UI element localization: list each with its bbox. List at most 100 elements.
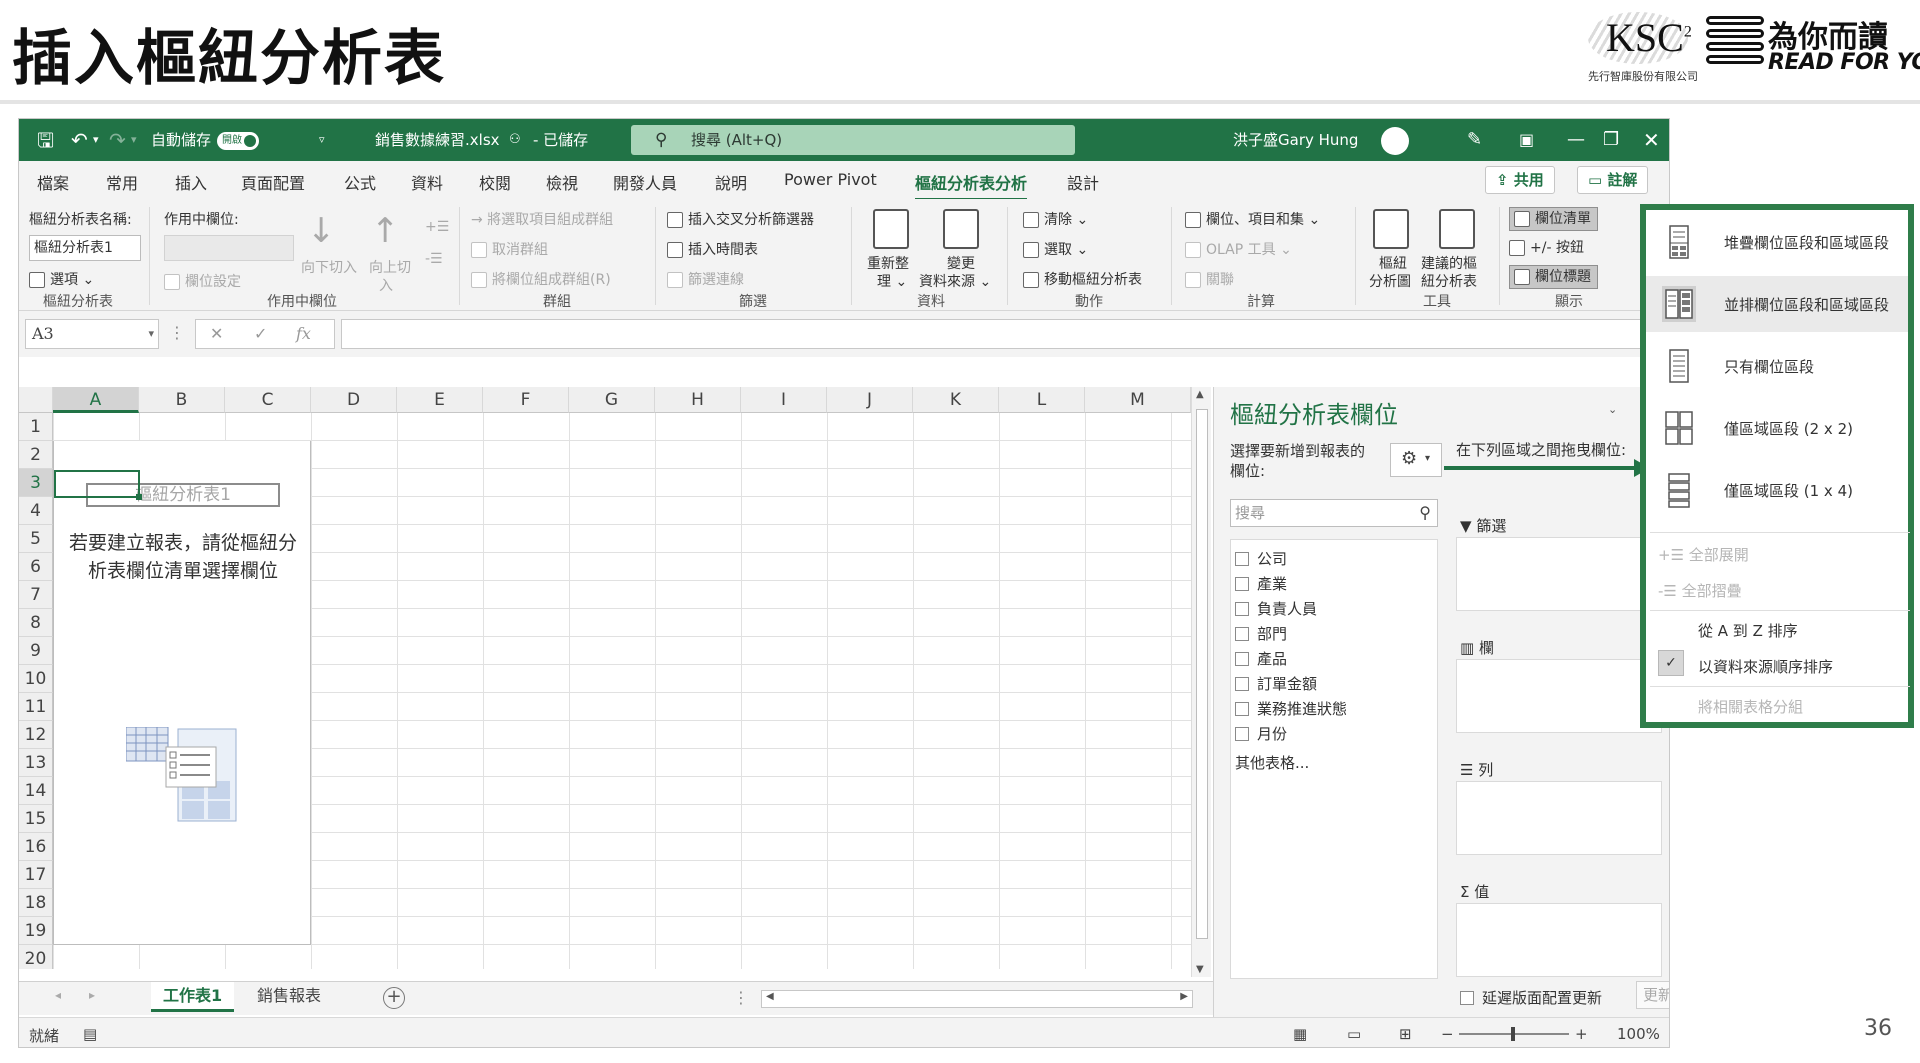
- add-sheet-icon[interactable]: +: [383, 987, 405, 1009]
- layout-fields-only-option[interactable]: 只有欄位區段: [1646, 338, 1908, 394]
- field-list-toggle[interactable]: 欄位清單: [1509, 207, 1598, 231]
- drill-down-button[interactable]: 向下切入: [301, 257, 357, 277]
- column-header[interactable]: L: [999, 387, 1085, 413]
- column-header[interactable]: B: [139, 387, 225, 413]
- group-field-button[interactable]: 將欄位組成群組(R): [471, 269, 611, 289]
- tab-formulas[interactable]: 公式: [344, 170, 376, 194]
- values-drop-area[interactable]: [1456, 903, 1662, 977]
- page-break-view-icon[interactable]: ⊞: [1399, 1025, 1412, 1043]
- formula-input[interactable]: [341, 319, 1669, 349]
- columns-drop-area[interactable]: [1456, 659, 1662, 733]
- layout-areas-2x2-option[interactable]: 僅區域區段 (2 x 2): [1646, 400, 1908, 456]
- row-header[interactable]: 15: [19, 805, 53, 833]
- zoom-level[interactable]: 100%: [1617, 1025, 1660, 1043]
- field-checkbox[interactable]: [1235, 602, 1249, 616]
- insert-function-icon[interactable]: fx: [296, 320, 311, 348]
- tab-design[interactable]: 設計: [1067, 170, 1099, 194]
- layout-areas-1x4-option[interactable]: 僅區域區段 (1 x 4): [1646, 462, 1908, 518]
- share-button[interactable]: ⇪ 共用: [1485, 166, 1555, 194]
- next-sheet-icon[interactable]: ▸: [89, 988, 95, 1002]
- row-header[interactable]: 1: [19, 413, 53, 441]
- tab-data[interactable]: 資料: [411, 170, 443, 194]
- tab-insert[interactable]: 插入: [175, 170, 207, 194]
- collapse-field-icon[interactable]: -☰: [425, 251, 443, 267]
- pivot-table-placeholder[interactable]: 樞紐分析表1 若要建立報表，請從樞紐分 析表欄位清單選擇欄位: [53, 441, 311, 945]
- minimize-icon[interactable]: —: [1567, 119, 1585, 161]
- buttons-toggle[interactable]: +/- 按鈕: [1509, 237, 1584, 257]
- group-related-tables-option[interactable]: 將相關表格分組: [1698, 696, 1803, 717]
- field-checkbox[interactable]: [1235, 552, 1249, 566]
- sort-a-to-z-option[interactable]: 從 A 到 Z 排序: [1698, 620, 1798, 641]
- insert-slicer-button[interactable]: 插入交叉分析篩選器: [667, 209, 814, 229]
- user-avatar[interactable]: [1373, 119, 1409, 161]
- tab-review[interactable]: 校閱: [479, 170, 511, 194]
- row-header[interactable]: 8: [19, 609, 53, 637]
- field-checkbox[interactable]: [1235, 577, 1249, 591]
- tab-pivottable-analyze[interactable]: 樞紐分析表分析: [915, 170, 1028, 201]
- row-header[interactable]: 9: [19, 637, 53, 665]
- field-item[interactable]: 負責人員: [1235, 598, 1317, 619]
- defer-update-checkbox[interactable]: [1460, 991, 1474, 1005]
- scroll-left-icon[interactable]: ◀: [766, 991, 774, 1002]
- page-layout-view-icon[interactable]: ▭: [1347, 1025, 1361, 1043]
- column-header[interactable]: G: [569, 387, 655, 413]
- field-search-input[interactable]: 搜尋 ⚲: [1230, 499, 1438, 527]
- pivot-chart-button[interactable]: 樞紐: [1379, 253, 1407, 273]
- normal-view-icon[interactable]: ▦: [1293, 1025, 1307, 1043]
- vertical-scrollbar[interactable]: ▲ ▼: [1191, 387, 1211, 977]
- update-button[interactable]: 更新: [1636, 981, 1669, 1009]
- column-header[interactable]: H: [655, 387, 741, 413]
- undo-icon[interactable]: ↶: [71, 119, 88, 161]
- row-header[interactable]: 2: [19, 441, 53, 469]
- tab-home[interactable]: 常用: [106, 170, 138, 194]
- zoom-slider[interactable]: [1459, 1027, 1569, 1041]
- pivot-name-input[interactable]: 樞紐分析表1: [29, 235, 141, 261]
- zoom-in-icon[interactable]: +: [1575, 1025, 1588, 1043]
- field-checkbox[interactable]: [1235, 727, 1249, 741]
- field-headers-toggle[interactable]: 欄位標題: [1509, 265, 1598, 289]
- options-button[interactable]: 選項 ⌄: [29, 269, 94, 289]
- olap-tools-button[interactable]: OLAP 工具 ⌄: [1185, 239, 1292, 259]
- move-pivot-button[interactable]: 移動樞紐分析表: [1023, 269, 1142, 289]
- designer-pen-icon[interactable]: ✎: [1467, 119, 1482, 161]
- row-header[interactable]: 5: [19, 525, 53, 553]
- horizontal-scrollbar[interactable]: ◀ ▶: [761, 990, 1193, 1008]
- search-box[interactable]: ⚲ 搜尋 (Alt+Q): [631, 125, 1075, 155]
- change-source-button[interactable]: 變更: [947, 253, 975, 273]
- row-header[interactable]: 12: [19, 721, 53, 749]
- redo-icon[interactable]: ↷: [109, 119, 126, 161]
- column-header[interactable]: A: [53, 387, 139, 413]
- customize-qat-icon[interactable]: ▿: [319, 119, 325, 161]
- scroll-down-icon[interactable]: ▼: [1196, 964, 1204, 975]
- tab-power-pivot[interactable]: Power Pivot: [784, 170, 877, 189]
- autosave-toggle[interactable]: 自動儲存 開啟: [151, 119, 260, 161]
- field-item[interactable]: 產業: [1235, 573, 1287, 594]
- row-header[interactable]: 14: [19, 777, 53, 805]
- row-header[interactable]: 3: [19, 469, 53, 497]
- field-item[interactable]: 公司: [1235, 548, 1287, 569]
- layout-stacked-option[interactable]: 堆疊欄位區段和區域區段: [1646, 214, 1908, 270]
- tab-page-layout[interactable]: 頁面配置: [241, 170, 305, 194]
- column-header[interactable]: C: [225, 387, 311, 413]
- field-item[interactable]: 業務推進狀態: [1235, 698, 1347, 719]
- zoom-out-icon[interactable]: −: [1441, 1025, 1454, 1043]
- field-settings-button[interactable]: 欄位設定: [164, 271, 241, 291]
- autosave-switch[interactable]: 開啟: [217, 131, 260, 150]
- macro-record-icon[interactable]: ▤: [83, 1025, 97, 1043]
- undo-dropdown-icon[interactable]: ▾: [93, 119, 99, 161]
- tab-view[interactable]: 檢視: [546, 170, 578, 194]
- redo-dropdown-icon[interactable]: ▾: [131, 119, 137, 161]
- more-tables-link[interactable]: 其他表格...: [1235, 752, 1309, 773]
- tools-gear-button[interactable]: ⚙ ▾: [1390, 443, 1442, 477]
- layout-side-by-side-option[interactable]: 並排欄位區段和區域區段: [1646, 276, 1908, 332]
- field-checkbox[interactable]: [1235, 677, 1249, 691]
- expand-field-icon[interactable]: +☰: [425, 219, 449, 235]
- filter-connections-button[interactable]: 篩選連線: [667, 269, 744, 289]
- vertical-scroll-thumb[interactable]: [1196, 409, 1208, 939]
- sort-data-source-option[interactable]: 以資料來源順序排序: [1698, 656, 1833, 677]
- share-person-icon[interactable]: ⚇: [509, 119, 521, 161]
- group-selection-button[interactable]: → 將選取項目組成群組: [471, 209, 613, 229]
- column-header[interactable]: M: [1085, 387, 1191, 413]
- column-header[interactable]: I: [741, 387, 827, 413]
- name-box[interactable]: A3 ▾: [25, 319, 159, 349]
